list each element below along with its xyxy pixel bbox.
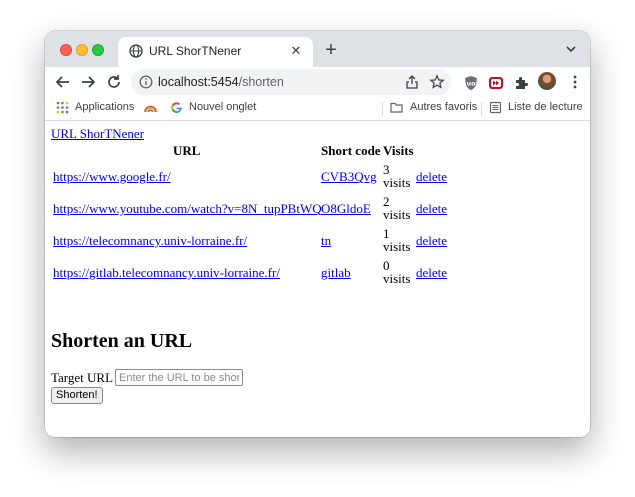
info-icon[interactable] (139, 75, 153, 89)
table-row-visits: 0 visits (383, 259, 410, 285)
shorten-button[interactable]: Shorten! (51, 387, 103, 404)
table-row-visits: 2 visits (383, 195, 410, 221)
url-text: localhost:5454/shorten (158, 75, 284, 89)
close-tab-icon[interactable]: ✕ (287, 42, 305, 60)
table-row-short-code-link[interactable]: gitlab (321, 265, 351, 281)
tab-strip: URL ShorTNener ✕ + (45, 31, 590, 67)
bookmark-applications[interactable]: Applications (75, 101, 134, 117)
puzzle-extensions-icon[interactable] (513, 75, 529, 91)
reload-icon[interactable] (104, 72, 124, 92)
url-path: /shorten (238, 75, 284, 89)
table-row-short-code-link[interactable]: O8GldoE (321, 201, 371, 217)
table-row-visits: 1 visits (383, 227, 410, 253)
ublock-extension-icon[interactable]: uo (463, 75, 479, 91)
bookmark-reading-list[interactable]: Liste de lecture (508, 101, 583, 117)
maximize-window-button[interactable] (92, 44, 104, 56)
minimize-window-button[interactable] (76, 44, 88, 56)
column-header-visits: Visits (383, 143, 414, 158)
close-window-button[interactable] (60, 44, 72, 56)
rainbow-bookmark-icon[interactable] (144, 101, 157, 114)
folder-icon[interactable] (390, 101, 403, 114)
back-arrow-icon[interactable] (53, 72, 73, 92)
table-row-short-code-link[interactable]: CVB3Qvg (321, 169, 377, 185)
delete-link[interactable]: delete (416, 265, 447, 281)
google-g-icon[interactable] (170, 101, 183, 114)
reading-list-icon[interactable] (489, 101, 502, 114)
red-extension-icon[interactable] (488, 75, 504, 91)
globe-icon (129, 44, 143, 58)
shorten-heading: Shorten an URL (51, 330, 193, 352)
column-header-short-code: Short code (321, 143, 381, 158)
bookmark-separator (382, 102, 383, 116)
apps-grid-icon[interactable] (56, 101, 69, 114)
tab-title: URL ShorTNener (149, 44, 242, 58)
home-link[interactable]: URL ShorTNener (51, 126, 144, 142)
svg-text:uo: uo (466, 80, 476, 88)
table-row-url-link[interactable]: https://telecomnancy.univ-lorraine.fr/ (53, 233, 247, 249)
delete-link[interactable]: delete (416, 201, 447, 217)
table-row-url-link[interactable]: https://gitlab.telecomnancy.univ-lorrain… (53, 265, 280, 281)
bookmark-separator (481, 102, 482, 116)
browser-window: URL ShorTNener ✕ + localhost:5454/shorte… (45, 31, 590, 437)
page-content: URL ShorTNener URL Short code Visits htt… (45, 121, 590, 437)
delete-link[interactable]: delete (416, 233, 447, 249)
visits-unit: visits (383, 239, 411, 254)
table-row-url-link[interactable]: https://www.google.fr/ (53, 169, 171, 185)
column-header-url: URL (173, 143, 201, 158)
browser-toolbar: localhost:5454/shorten uo (45, 67, 590, 98)
bookmarks-bar: Applications Nouvel onglet Autres favori… (45, 98, 590, 121)
bookmark-new-tab[interactable]: Nouvel onglet (189, 101, 256, 117)
forward-arrow-icon[interactable] (78, 72, 98, 92)
share-icon[interactable] (404, 74, 420, 90)
bookmark-star-icon[interactable] (429, 74, 445, 90)
visits-unit: visits (383, 271, 411, 286)
bookmark-other-favorites[interactable]: Autres favoris (410, 101, 477, 117)
profile-avatar[interactable] (538, 72, 556, 90)
target-url-input[interactable] (115, 369, 243, 386)
chevron-down-icon[interactable] (564, 42, 578, 56)
table-row-url-link[interactable]: https://www.youtube.com/watch?v=8N_tupPB… (53, 201, 322, 217)
visits-unit: visits (383, 175, 411, 190)
more-menu-icon[interactable] (567, 74, 583, 90)
delete-link[interactable]: delete (416, 169, 447, 185)
table-row-short-code-link[interactable]: tn (321, 233, 331, 249)
new-tab-button[interactable]: + (321, 40, 341, 60)
active-tab[interactable]: URL ShorTNener ✕ (118, 37, 313, 67)
target-url-label: Target URL (51, 370, 114, 385)
visits-unit: visits (383, 207, 411, 222)
table-row-visits: 3 visits (383, 163, 410, 189)
address-bar[interactable]: localhost:5454/shorten (131, 69, 451, 95)
url-host: localhost:5454 (158, 75, 239, 89)
